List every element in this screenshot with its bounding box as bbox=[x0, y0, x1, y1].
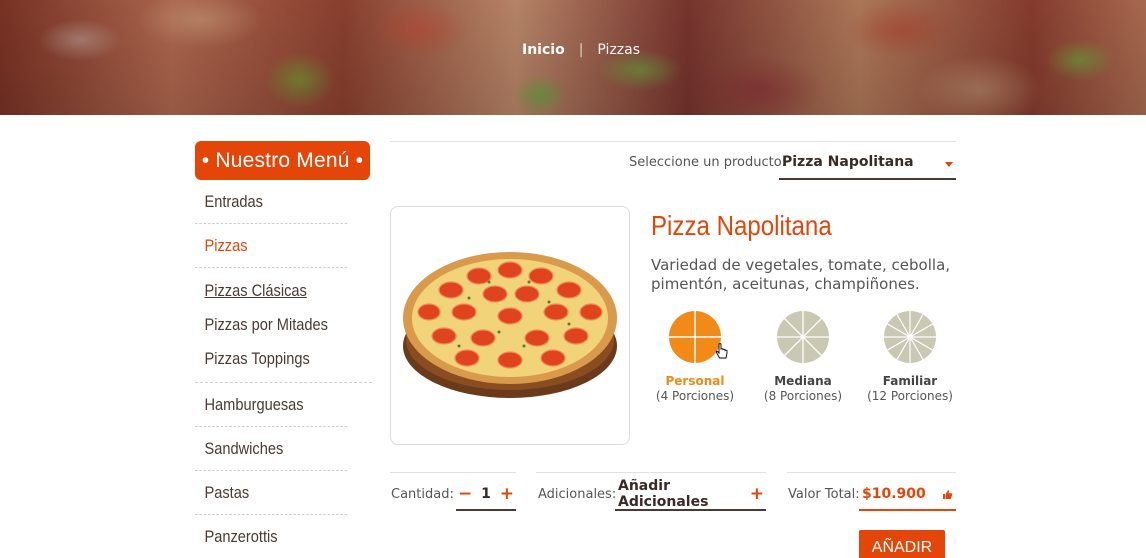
decrease-quantity-button[interactable]: − bbox=[458, 485, 472, 503]
breadcrumb: Inicio | Pizzas bbox=[522, 42, 640, 58]
divider bbox=[787, 472, 956, 473]
product-select-value: Pizza Napolitana bbox=[782, 154, 914, 170]
size-portions: (8 Porciones) bbox=[763, 389, 843, 403]
quantity-label: Cantidad: bbox=[391, 487, 454, 502]
product-description: Variedad de vegetales, tomate, cebolla, … bbox=[651, 256, 951, 293]
sidebar-item-entradas[interactable]: Entradas bbox=[195, 180, 348, 224]
total-value: $10.900 bbox=[862, 486, 926, 502]
total-label: Valor Total: bbox=[788, 487, 860, 502]
sidebar-item-pastas[interactable]: Pastas bbox=[195, 471, 348, 515]
thumbs-up-icon[interactable] bbox=[942, 489, 953, 500]
sidebar-item-panzerottis[interactable]: Panzerottis bbox=[195, 515, 347, 558]
size-option-personal[interactable]: Personal (4 Porciones) bbox=[645, 310, 745, 403]
caret-down-icon bbox=[945, 162, 953, 167]
size-name: Familiar bbox=[882, 374, 938, 388]
add-extras-plus-icon[interactable]: + bbox=[750, 485, 764, 503]
pizza-8-slices-icon bbox=[777, 311, 829, 363]
size-name: Mediana bbox=[774, 374, 832, 388]
product-select-dropdown[interactable]: Pizza Napolitana bbox=[779, 147, 956, 180]
size-options: Personal (4 Porciones) Mediana (8 Porcio… bbox=[650, 310, 960, 410]
menu-title: • Nuestro Menú • bbox=[195, 141, 370, 180]
size-option-mediana[interactable]: Mediana (8 Porciones) bbox=[753, 310, 853, 403]
sidebar-menu: Entradas Pizzas Pizzas Clásicas Pizzas p… bbox=[195, 180, 372, 558]
size-portions: (12 Porciones) bbox=[867, 389, 953, 403]
pizza-4-slices-icon bbox=[669, 311, 721, 363]
extras-selector[interactable]: Añadir Adicionales + bbox=[615, 478, 766, 511]
size-portions: (4 Porciones) bbox=[655, 389, 735, 403]
breadcrumb-home[interactable]: Inicio bbox=[522, 42, 565, 58]
divider bbox=[390, 472, 516, 473]
sidebar-item-pizzas[interactable]: Pizzas bbox=[195, 224, 348, 268]
sidebar-item-hamburguesas[interactable]: Hamburguesas bbox=[195, 383, 348, 427]
add-to-cart-button[interactable]: AÑADIR bbox=[859, 530, 945, 558]
pizza-12-slices-icon bbox=[884, 311, 936, 363]
size-name: Personal bbox=[665, 374, 725, 388]
sidebar-submenu-pizzas: Pizzas Clásicas Pizzas por Mitades Pizza… bbox=[195, 268, 372, 383]
divider bbox=[536, 472, 766, 473]
sidebar-subitem-pizzas-toppings[interactable]: Pizzas Toppings bbox=[195, 342, 347, 376]
total-value-box: $10.900 bbox=[859, 482, 956, 511]
breadcrumb-separator: | bbox=[578, 42, 584, 58]
sidebar-item-sandwiches[interactable]: Sandwiches bbox=[195, 427, 348, 471]
increase-quantity-button[interactable]: + bbox=[500, 485, 514, 503]
product-name: Pizza Napolitana bbox=[651, 210, 832, 241]
pizza-image bbox=[403, 251, 617, 398]
product-image-card bbox=[390, 206, 630, 445]
divider bbox=[390, 141, 956, 142]
extras-value: Añadir Adicionales bbox=[618, 478, 709, 510]
product-select-label: Seleccione un producto: bbox=[629, 155, 787, 170]
breadcrumb-current[interactable]: Pizzas bbox=[597, 42, 640, 58]
extras-label: Adicionales: bbox=[538, 487, 617, 502]
size-option-familiar[interactable]: Familiar (12 Porciones) bbox=[860, 310, 960, 403]
quantity-value[interactable]: 1 bbox=[481, 486, 491, 502]
sidebar-subitem-pizzas-por-mitades[interactable]: Pizzas por Mitades bbox=[195, 308, 347, 342]
hand-cursor-icon bbox=[715, 343, 728, 359]
sidebar-subitem-pizzas-clasicas[interactable]: Pizzas Clásicas bbox=[195, 274, 347, 308]
quantity-stepper: − 1 + bbox=[456, 482, 516, 511]
